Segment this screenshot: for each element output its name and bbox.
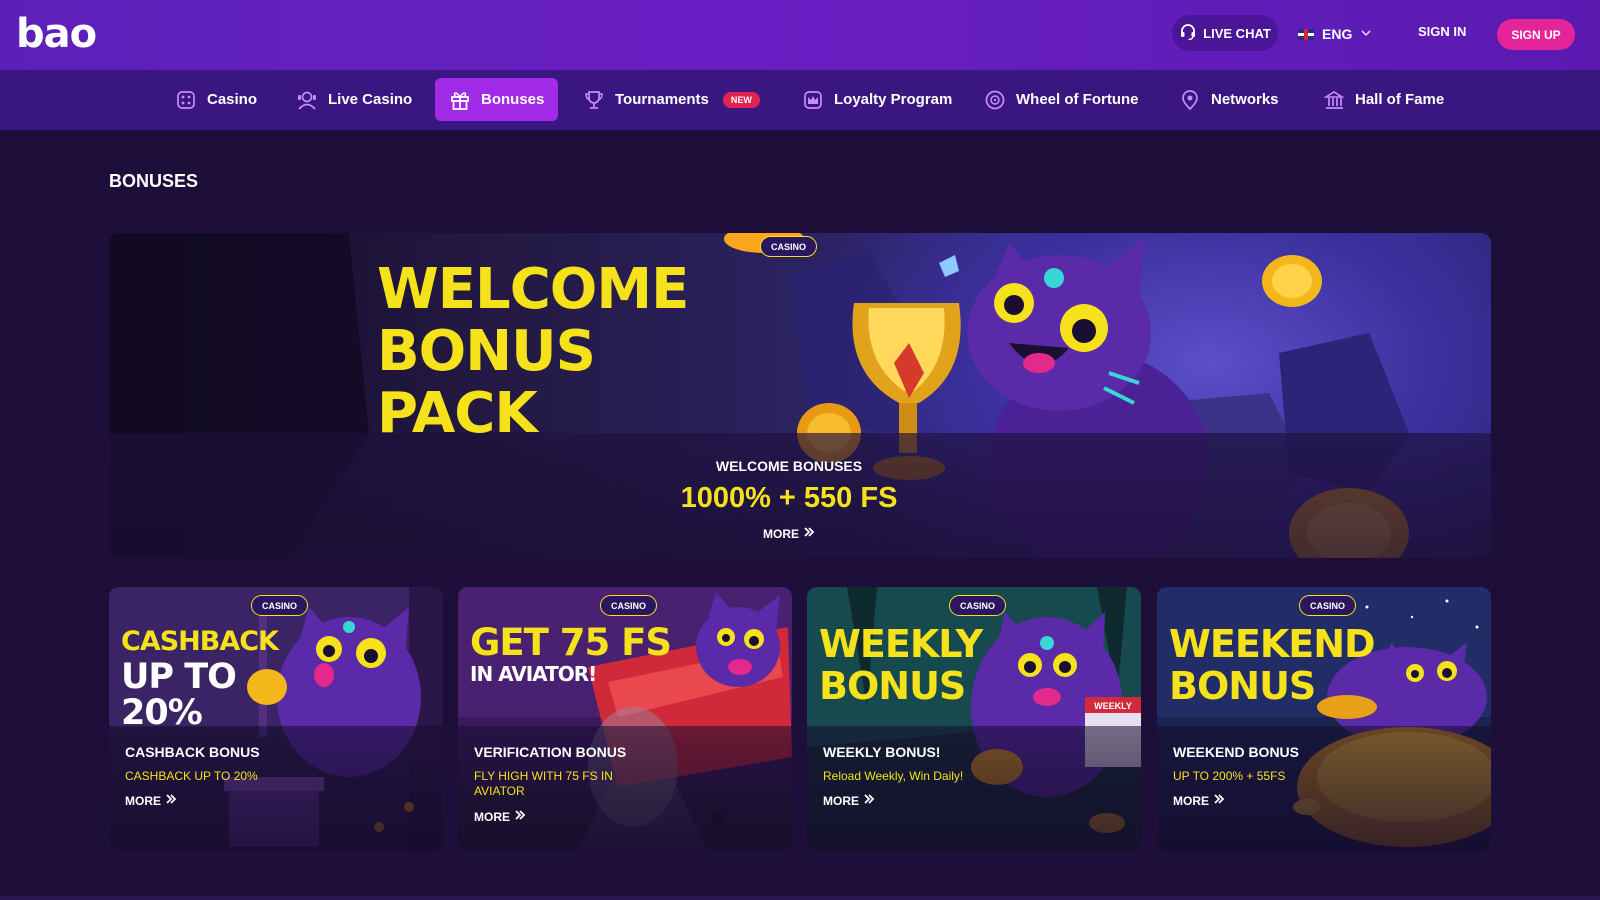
card-more-link[interactable]: MORE bbox=[823, 793, 875, 808]
card-more-link[interactable]: MORE bbox=[1173, 793, 1225, 808]
casino-badge: CASINO bbox=[949, 595, 1007, 616]
main-nav: Casino Live Casino Bonuses Tournaments N… bbox=[0, 70, 1600, 130]
bonus-card-weekly[interactable]: WEEKLY CASINO WEEKLY BONUS WEEKLY BONUS!… bbox=[807, 587, 1141, 851]
nav-item-casino[interactable]: Casino bbox=[161, 78, 271, 121]
card-more-link[interactable]: MORE bbox=[125, 793, 177, 808]
banner-heading-line: WELCOME bbox=[377, 257, 689, 322]
card-heading-line: CASHBACK bbox=[121, 626, 279, 657]
card-heading-line: UP TO bbox=[121, 657, 237, 697]
card-heading-line: BONUS bbox=[819, 664, 966, 708]
card-heading-line: IN AVIATOR! bbox=[470, 662, 597, 686]
headset-icon bbox=[1179, 23, 1197, 44]
more-label: MORE bbox=[763, 526, 799, 541]
double-chevron-right-icon bbox=[165, 793, 177, 808]
crown-icon bbox=[802, 89, 824, 111]
casino-badge: CASINO bbox=[1299, 595, 1357, 616]
nav-item-tournaments[interactable]: Tournaments NEW bbox=[569, 78, 774, 121]
bonus-card-weekend[interactable]: CASINO WEEKEND BONUS WEEKEND BONUS UP TO… bbox=[1157, 587, 1491, 851]
bonus-card-cashback[interactable]: CASINO CASHBACK UP TO 20% CASHBACK BONUS… bbox=[109, 587, 443, 851]
more-label: MORE bbox=[125, 793, 161, 808]
nav-item-hall-of-fame[interactable]: Hall of Fame bbox=[1309, 78, 1458, 121]
sign-up-button[interactable]: SIGN UP bbox=[1497, 19, 1575, 50]
card-heading: WEEKLY BONUS bbox=[819, 622, 983, 708]
double-chevron-right-icon bbox=[1213, 793, 1225, 808]
card-heading-line: GET 75 FS bbox=[470, 621, 672, 664]
nav-item-networks[interactable]: Networks bbox=[1165, 78, 1293, 121]
nav-item-label: Live Casino bbox=[328, 91, 413, 108]
bonus-card-verification[interactable]: CASINO GET 75 FS IN AVIATOR! VERIFICATIO… bbox=[458, 587, 792, 851]
trophy-icon bbox=[583, 89, 605, 111]
card-more-link[interactable]: MORE bbox=[474, 809, 526, 824]
network-icon bbox=[1179, 89, 1201, 111]
banner-heading-line: BONUS bbox=[377, 319, 596, 384]
banner-heading: WELCOME BONUS PACK bbox=[377, 259, 777, 445]
casino-badge: CASINO bbox=[251, 595, 309, 616]
nav-item-label: Bonuses bbox=[481, 91, 545, 108]
casino-badge: CASINO bbox=[600, 595, 658, 616]
card-heading-line: 20% bbox=[121, 693, 203, 733]
card-title: CASHBACK BONUS bbox=[125, 744, 260, 760]
banner-more-link[interactable]: MORE bbox=[749, 526, 829, 541]
banner-subtitle: WELCOME BONUSES bbox=[715, 458, 863, 474]
dice-icon bbox=[175, 89, 197, 111]
card-description: Reload Weekly, Win Daily! bbox=[823, 769, 964, 783]
live-chat-button[interactable]: LIVE CHAT bbox=[1172, 15, 1278, 51]
card-description: UP TO 200% + 55FS bbox=[1173, 769, 1286, 783]
card-title: WEEKEND BONUS bbox=[1173, 744, 1300, 760]
nav-item-label: Wheel of Fortune bbox=[1016, 91, 1139, 108]
sign-in-button[interactable]: SIGN IN bbox=[1418, 24, 1466, 39]
more-label: MORE bbox=[823, 793, 859, 808]
card-description: FLY HIGH WITH 75 FS IN AVIATOR bbox=[474, 769, 613, 798]
page-title: BONUSES bbox=[109, 171, 199, 191]
double-chevron-right-icon bbox=[514, 809, 526, 824]
banner-amount: 1000% + 550 FS bbox=[680, 482, 898, 514]
weekly-calendar-label: WEEKLY bbox=[1094, 701, 1132, 711]
double-chevron-right-icon bbox=[863, 793, 875, 808]
nav-item-live-casino[interactable]: Live Casino bbox=[282, 78, 426, 121]
nav-item-label: Tournaments bbox=[615, 91, 709, 108]
nav-item-label: Loyalty Program bbox=[834, 91, 953, 108]
banner-heading-line: PACK bbox=[377, 381, 538, 446]
nav-item-wheel-of-fortune[interactable]: Wheel of Fortune bbox=[970, 78, 1153, 121]
card-title: VERIFICATION BONUS bbox=[474, 744, 627, 760]
nav-item-label: Casino bbox=[207, 91, 258, 108]
chevron-down-icon bbox=[1360, 26, 1372, 42]
nav-item-bonuses[interactable]: Bonuses bbox=[435, 78, 559, 121]
top-header: bao LIVE CHAT ENG SIGN IN SIGN UP bbox=[0, 0, 1600, 70]
hall-icon bbox=[1323, 89, 1345, 111]
card-heading-line: WEEKLY bbox=[819, 622, 983, 666]
welcome-bonus-banner[interactable]: CASINO WELCOME BONUS PACK WELCOME BONUSE… bbox=[109, 233, 1491, 558]
double-chevron-right-icon bbox=[803, 526, 815, 541]
more-label: MORE bbox=[474, 809, 510, 824]
uk-flag-icon bbox=[1298, 28, 1314, 40]
card-heading-line: WEEKEND bbox=[1169, 622, 1376, 666]
bonus-cards: CASINO CASHBACK UP TO 20% CASHBACK BONUS… bbox=[109, 587, 1491, 851]
wheel-icon bbox=[984, 89, 1006, 111]
casino-badge: CASINO bbox=[760, 236, 818, 257]
card-heading: GET 75 FS IN AVIATOR! bbox=[470, 621, 672, 686]
footer-divider bbox=[0, 896, 1600, 900]
language-selector[interactable]: ENG bbox=[1298, 22, 1372, 46]
card-heading: WEEKEND BONUS bbox=[1169, 622, 1376, 708]
nav-item-label: Hall of Fame bbox=[1355, 91, 1445, 108]
card-description: CASHBACK UP TO 20% bbox=[125, 769, 258, 783]
nav-item-loyalty-program[interactable]: Loyalty Program bbox=[788, 78, 966, 121]
card-heading: CASHBACK UP TO 20% bbox=[121, 625, 279, 733]
logo[interactable]: bao bbox=[16, 14, 97, 54]
nav-item-label: Networks bbox=[1211, 91, 1279, 108]
language-label: ENG bbox=[1322, 26, 1353, 42]
more-label: MORE bbox=[1173, 793, 1209, 808]
card-heading-line: BONUS bbox=[1169, 664, 1316, 708]
gift-icon bbox=[449, 89, 471, 111]
card-title: WEEKLY BONUS! bbox=[823, 744, 941, 760]
live-chat-label: LIVE CHAT bbox=[1203, 25, 1271, 41]
new-badge: NEW bbox=[722, 91, 760, 108]
dealer-icon bbox=[296, 89, 318, 111]
